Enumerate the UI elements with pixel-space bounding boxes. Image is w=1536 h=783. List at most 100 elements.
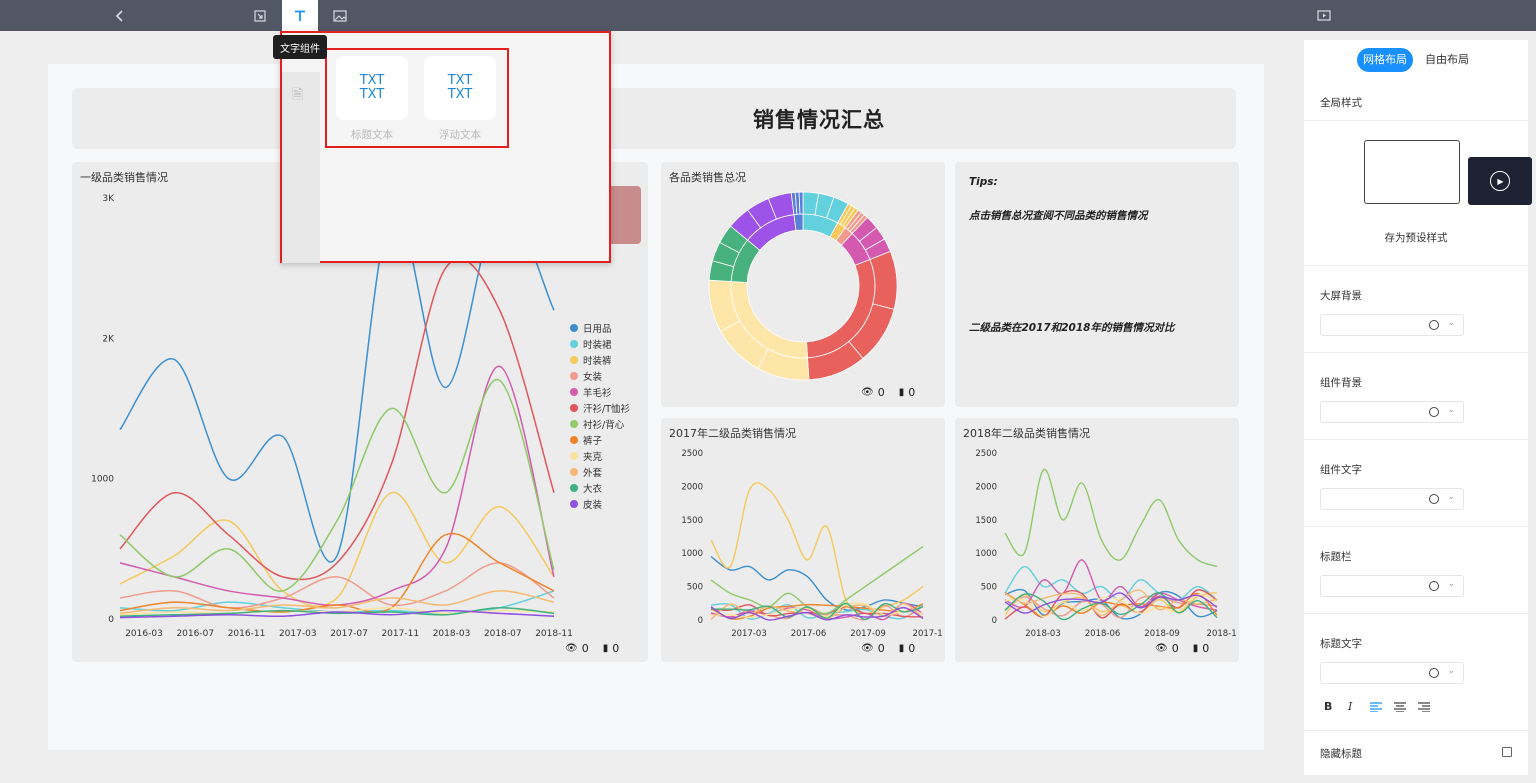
component-bg-color-picker[interactable]: ⌄ xyxy=(1320,401,1464,423)
y-tick-label: 1500 xyxy=(975,516,997,526)
chevron-down-icon: ⌄ xyxy=(1447,579,1455,589)
legend-item[interactable]: 外套 xyxy=(570,464,630,480)
screen-bg-label: 大屏背景 xyxy=(1320,290,1362,302)
preset-style-white[interactable] xyxy=(1364,140,1460,204)
preset-style-dark[interactable]: ▶ xyxy=(1468,157,1532,205)
legend-item[interactable]: 女装 xyxy=(570,368,630,384)
divider xyxy=(1304,265,1528,266)
screen-bg-color-picker[interactable]: ⌄ xyxy=(1320,314,1464,336)
panel-2018-secondary[interactable]: 2018年二级品类销售情况 2500 2000 1500 1000 500 0 2018-0… xyxy=(955,418,1239,662)
x-tick-label: 2018-03 xyxy=(433,629,471,639)
title-text-color-picker[interactable]: ⌄ xyxy=(1320,662,1464,684)
document-icon[interactable]: 🗎 xyxy=(292,84,303,108)
y-tick-label: 500 xyxy=(981,583,997,593)
legend-label: 时装裤 xyxy=(583,356,612,367)
save-preset-button[interactable]: 存为预设样式 xyxy=(1304,230,1528,245)
series-line xyxy=(119,532,555,613)
legend-item[interactable]: 羊毛衫 xyxy=(570,384,630,400)
panel-stats: 👁 0 ▮ 0 xyxy=(861,386,916,399)
title-bar-label: 标题栏 xyxy=(1320,551,1352,563)
panel-stats: 👁 0 ▮ 0 xyxy=(1155,642,1210,655)
series-line xyxy=(119,257,555,581)
title-text-label: 标题文字 xyxy=(1320,638,1362,650)
legend-item[interactable]: 时装裤 xyxy=(570,352,630,368)
legend-item[interactable]: 裤子 xyxy=(570,432,630,448)
image-icon[interactable] xyxy=(322,0,358,31)
preview-icon[interactable] xyxy=(1306,0,1342,31)
legend-label: 女装 xyxy=(583,372,603,383)
legend-swatch xyxy=(570,404,578,412)
legend-label: 皮装 xyxy=(583,500,603,511)
tab-grid-layout[interactable]: 网格布局 xyxy=(1357,48,1413,72)
divider xyxy=(1304,730,1528,731)
x-tick-label: 2018-1 xyxy=(1207,629,1237,639)
component-text-color-picker[interactable]: ⌄ xyxy=(1320,488,1464,510)
y-tick-label: 3K xyxy=(102,194,115,204)
italic-button[interactable]: I xyxy=(1348,700,1352,713)
comment-icon: ▮ xyxy=(898,643,905,654)
x-tick-label: 2018-06 xyxy=(1085,629,1121,639)
tips-title: Tips: xyxy=(969,176,998,188)
align-center-icon[interactable] xyxy=(1394,702,1406,712)
legend-item[interactable]: 大衣 xyxy=(570,480,630,496)
panel-2017-secondary[interactable]: 2017年二级品类销售情况 2500 2000 1500 1000 500 0 2017-0… xyxy=(661,418,945,662)
legend-swatch xyxy=(570,372,578,380)
legend-swatch xyxy=(570,452,578,460)
bold-button[interactable]: B xyxy=(1324,700,1332,713)
tab-free-layout[interactable]: 自由布局 xyxy=(1419,48,1475,72)
hide-title-checkbox[interactable] xyxy=(1502,747,1512,757)
exit-icon[interactable] xyxy=(242,0,278,31)
layout-tabs: 网格布局 自由布局 xyxy=(1304,48,1528,76)
align-left-icon[interactable] xyxy=(1370,702,1382,712)
legend-swatch xyxy=(570,388,578,396)
chevron-left-icon[interactable] xyxy=(102,0,138,31)
x-tick-label: 2017-03 xyxy=(731,629,767,639)
x-tick-label: 2018-07 xyxy=(484,629,522,639)
legend-item[interactable]: 皮装 xyxy=(570,496,630,512)
donut-inner-slice[interactable] xyxy=(793,213,804,231)
divider xyxy=(1304,439,1528,440)
legend-item[interactable]: 衬衫/背心 xyxy=(570,416,630,432)
comment-icon: ▮ xyxy=(602,643,609,654)
panel-stats: 👁 0 ▮ 0 xyxy=(565,642,620,655)
divider xyxy=(1304,526,1528,527)
color-swatch xyxy=(1429,494,1439,504)
hidden-component[interactable] xyxy=(608,186,641,244)
legend-swatch xyxy=(570,468,578,476)
y-tick-label: 2500 xyxy=(681,449,703,459)
y-tick-label: 500 xyxy=(687,583,703,593)
legend-item[interactable]: 时装裙 xyxy=(570,336,630,352)
secondary-2018-line-chart: 2500 2000 1500 1000 500 0 2018-03 2018-06 2018-0… xyxy=(975,449,1237,639)
tooltip: 文字组件 xyxy=(273,35,327,59)
x-tick-label: 2016-03 xyxy=(125,629,163,639)
legend-swatch xyxy=(570,340,578,348)
align-right-icon[interactable] xyxy=(1418,702,1430,712)
y-tick-label: 1000 xyxy=(681,549,703,559)
eye-icon: 👁 xyxy=(1155,643,1168,654)
donut-outer-slice[interactable] xyxy=(798,191,804,215)
float-text-card[interactable]: TXT TXT xyxy=(424,56,496,120)
x-tick-label: 2017-09 xyxy=(850,629,886,639)
series-line xyxy=(710,555,924,611)
legend-item[interactable]: 日用品 xyxy=(570,320,630,336)
y-tick-label: 2000 xyxy=(975,482,997,492)
text-icon[interactable] xyxy=(282,0,318,31)
title-text-card[interactable]: TXT TXT xyxy=(336,56,408,120)
x-tick-label: 2018-09 xyxy=(1144,629,1180,639)
tips-line-1: 点击销售总况查阅不同品类的销售情况 xyxy=(969,210,1148,222)
x-tick-label: 2018-11 xyxy=(535,629,573,639)
dashboard-title-bar[interactable]: 销售情况汇总 xyxy=(72,88,1236,149)
title-bar-color-picker[interactable]: ⌄ xyxy=(1320,575,1464,597)
panel-tips[interactable]: Tips: 点击销售总况查阅不同品类的销售情况 二级品类在2017和2018年的… xyxy=(955,162,1239,407)
overall-sales-donut-chart[interactable] xyxy=(661,162,945,407)
panel-overall-sales[interactable]: 各品类销售总况 👁 0 ▮ 0 xyxy=(661,162,945,407)
y-tick-label: 2500 xyxy=(975,449,997,459)
legend-item[interactable]: 夹克 xyxy=(570,448,630,464)
x-tick-label: 2017-07 xyxy=(330,629,368,639)
color-swatch xyxy=(1429,407,1439,417)
comment-icon: ▮ xyxy=(898,387,905,398)
legend-label: 时装裙 xyxy=(583,340,612,351)
chevron-down-icon: ⌄ xyxy=(1447,405,1455,415)
legend-item[interactable]: 汗衫/T恤衫 xyxy=(570,400,630,416)
series-line xyxy=(1004,468,1218,568)
